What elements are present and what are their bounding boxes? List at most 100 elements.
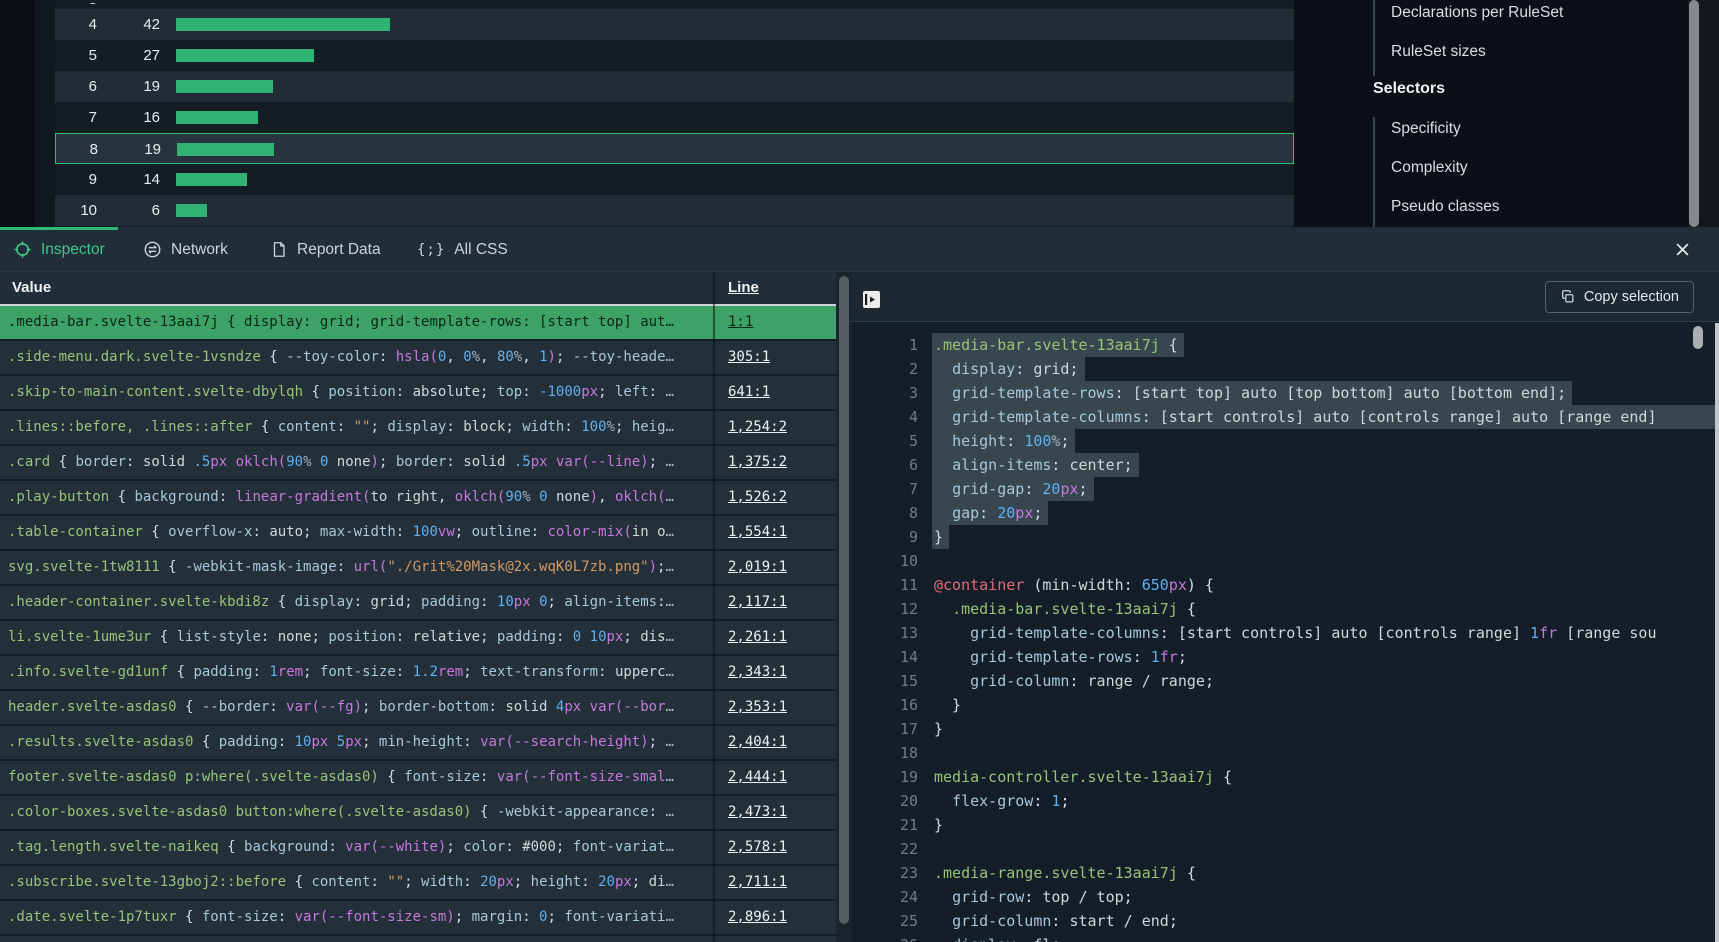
token-sel: .play-button — [8, 489, 109, 505]
table-row[interactable]: .color-boxes.svelte-asdas0 button:where(… — [0, 796, 836, 829]
line-link[interactable]: 2,473:1 — [728, 796, 787, 829]
table-row[interactable]: .lines::before, .lines::after { content:… — [0, 411, 836, 444]
table-row[interactable]: li.svelte-1ume3ur { list-style: none; po… — [0, 621, 836, 654]
code-line: 4 grid-template-columns: [start controls… — [852, 405, 1719, 429]
token-prop: font-variat — [573, 839, 666, 855]
code-line-text: display: grid; — [932, 357, 1085, 381]
chart-bar — [176, 173, 247, 186]
token-kw: block — [463, 419, 505, 435]
side-menu-item-specificity[interactable]: Specificity — [1391, 120, 1461, 138]
table-row[interactable]: .date.svelte-1p7tuxr { font-size: var(--… — [0, 901, 836, 934]
table-row[interactable]: .card { border: solid .5px oklch(90% 0 n… — [0, 446, 836, 479]
table-scrollbar[interactable] — [836, 272, 852, 942]
chart-row-5[interactable]: 527 — [55, 40, 1294, 71]
window-scrollbar-track[interactable] — [1715, 323, 1719, 942]
chart-row-7[interactable]: 716 — [55, 102, 1294, 133]
line-link[interactable]: 2,404:1 — [728, 726, 787, 759]
token-prop: content — [311, 874, 370, 890]
table-row[interactable]: .skip-to-main-content.svelte-dbylqh { po… — [0, 376, 836, 409]
token-unit: rem — [438, 664, 463, 680]
token-num: .5 — [193, 454, 210, 470]
line-link[interactable]: 2,343:1 — [728, 656, 787, 689]
line-link[interactable]: 2,019:1 — [728, 551, 787, 584]
token-pun: : — [556, 629, 573, 645]
copy-selection-button[interactable]: Copy selection — [1545, 281, 1694, 313]
table-row[interactable]: .results.svelte-asdas0 { padding: 10px 5… — [0, 726, 836, 759]
line-link[interactable]: 2,711:1 — [728, 866, 787, 899]
rule-value: footer.svelte-asdas0 p:where(.svelte-asd… — [8, 761, 710, 794]
chart-row-6[interactable]: 619 — [55, 71, 1294, 102]
token-kw: none — [278, 629, 312, 645]
line-link[interactable]: 2,353:1 — [728, 691, 787, 724]
table-row[interactable]: .header-container.svelte-kbdi8z { displa… — [0, 586, 836, 619]
token-kw: [start controls] auto [controls range] a… — [1160, 408, 1657, 426]
token-pun: { — [252, 419, 277, 435]
token-prop: overflow-x — [168, 524, 252, 540]
token-pun: ( — [1024, 576, 1042, 594]
token-pun — [934, 456, 952, 474]
token-sel: svg.svelte-1tw8111 — [8, 559, 160, 575]
table-row[interactable]: footer.svelte-asdas0 p:where(.svelte-asd… — [0, 761, 836, 794]
table-row[interactable]: .media-bar.svelte-13aai7j { display: gri… — [0, 306, 836, 339]
line-link[interactable]: 1:1 — [728, 306, 753, 339]
table-row[interactable]: .info.svelte-gd1unf { padding: 1rem; fon… — [0, 656, 836, 689]
tab-inspector[interactable]: Inspector — [13, 227, 105, 272]
chart-row-8[interactable]: 819 — [55, 133, 1294, 164]
token-pun: : — [1051, 456, 1069, 474]
token-at: @container — [934, 576, 1024, 594]
table-row[interactable]: .play-button { background: linear-gradie… — [0, 481, 836, 514]
rule-value: .subscribe.svelte-13gboj2::before { cont… — [8, 866, 710, 899]
table-row[interactable]: .subscribe.svelte-13gboj2::before { cont… — [0, 866, 836, 899]
page-scrollbar-thumb[interactable] — [1689, 0, 1699, 227]
token-pun: { — [472, 804, 497, 820]
token-pun: : — [278, 909, 295, 925]
page-scrollbar[interactable] — [1688, 0, 1719, 227]
token-kw: di — [649, 874, 666, 890]
table-row[interactable]: .side-menu.dark.svelte-1vsndze { --toy-c… — [0, 341, 836, 374]
table-row[interactable]: .play-button.svelte-13gboj2 { background… — [0, 936, 836, 942]
token-pun: ; — [1060, 432, 1069, 450]
chart-row-10[interactable]: 106 — [55, 195, 1294, 226]
table-row[interactable]: .table-container { overflow-x: auto; max… — [0, 516, 836, 549]
line-link[interactable]: 3,011:1 — [728, 936, 787, 942]
line-link[interactable]: 1,375:2 — [728, 446, 787, 479]
table-row[interactable]: .tag.length.svelte-naikeq { background: … — [0, 831, 836, 864]
table-row[interactable]: header.svelte-asdas0 { --border: var(--f… — [0, 691, 836, 724]
token-fn: url( — [354, 559, 388, 575]
line-link[interactable]: 2,896:1 — [728, 901, 787, 934]
close-button[interactable] — [1672, 241, 1692, 261]
table-scrollbar-thumb[interactable] — [839, 276, 849, 924]
side-menu-item-pseudo-classes[interactable]: Pseudo classes — [1391, 198, 1500, 216]
side-menu-item-ruleset-sizes[interactable]: RuleSet sizes — [1391, 43, 1486, 61]
line-column-header[interactable]: Line — [728, 272, 759, 304]
side-menu-item-declarations-per-ruleset[interactable]: Declarations per RuleSet — [1391, 4, 1563, 22]
tab-report-data[interactable]: Report Data — [270, 227, 381, 272]
rule-value: .media-bar.svelte-13aai7j { display: gri… — [8, 306, 710, 339]
code-scrollbar-thumb[interactable] — [1693, 326, 1703, 349]
tab-all-css[interactable]: {;}All CSS — [417, 227, 508, 272]
code-line-text: gap: 20px; — [932, 501, 1048, 525]
code-editor[interactable]: 1.media-bar.svelte-13aai7j {2 display: g… — [852, 323, 1719, 942]
token-pun: : — [396, 664, 413, 680]
line-link[interactable]: 2,578:1 — [728, 831, 787, 864]
side-menu-item-complexity[interactable]: Complexity — [1391, 159, 1468, 177]
token-pun: } — [934, 696, 961, 714]
line-link[interactable]: 1,254:2 — [728, 411, 787, 444]
token-ell: … — [665, 314, 673, 330]
tab-network[interactable]: Network — [143, 227, 228, 272]
token-pun: : — [1033, 792, 1051, 810]
line-link[interactable]: 2,444:1 — [728, 761, 787, 794]
line-link[interactable]: 2,117:1 — [728, 586, 787, 619]
table-row[interactable]: svg.svelte-1tw8111 { -webkit-mask-image:… — [0, 551, 836, 584]
chart-bar — [177, 143, 274, 156]
line-link[interactable]: 641:1 — [728, 376, 770, 409]
panel-toggle-icon[interactable] — [862, 290, 881, 309]
line-link[interactable]: 305:1 — [728, 341, 770, 374]
line-link[interactable]: 1,526:2 — [728, 481, 787, 514]
chart-row-4[interactable]: 442 — [55, 9, 1294, 40]
line-link[interactable]: 1,554:1 — [728, 516, 787, 549]
code-line: 1.media-bar.svelte-13aai7j { — [852, 333, 1719, 357]
line-link[interactable]: 2,261:1 — [728, 621, 787, 654]
token-pun: ; — [649, 454, 666, 470]
chart-row-9[interactable]: 914 — [55, 164, 1294, 195]
